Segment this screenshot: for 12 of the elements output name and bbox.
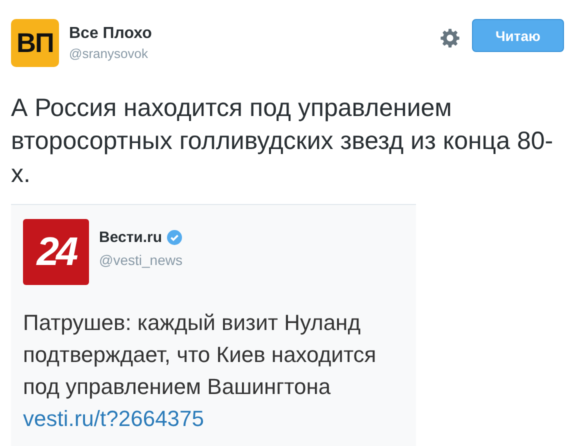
quoted-text: Патрушев: каждый визит Нуланд подтверждает, что Киев находится под управлением Вашингтона vesti.ru/t?2664375	[23, 309, 378, 433]
author-handle: @sranysovok	[69, 46, 149, 61]
channel-handle: @vesti_news	[99, 252, 182, 268]
follow-button[interactable]: Читаю	[472, 19, 564, 52]
channel-name: Вести.ru	[99, 229, 162, 246]
settings-icon[interactable]	[440, 28, 460, 48]
tweet-text: А Россия находится под управлением второсортных голливудских звезд из конца 80-х.	[11, 93, 554, 190]
channel-logo: 24	[23, 219, 89, 285]
verified-icon	[167, 230, 182, 245]
quoted-link[interactable]: vesti.ru/t?2664375	[23, 406, 204, 431]
avatar-logo: ВП	[11, 19, 59, 67]
author-name[interactable]: Все Плохо	[69, 25, 152, 43]
